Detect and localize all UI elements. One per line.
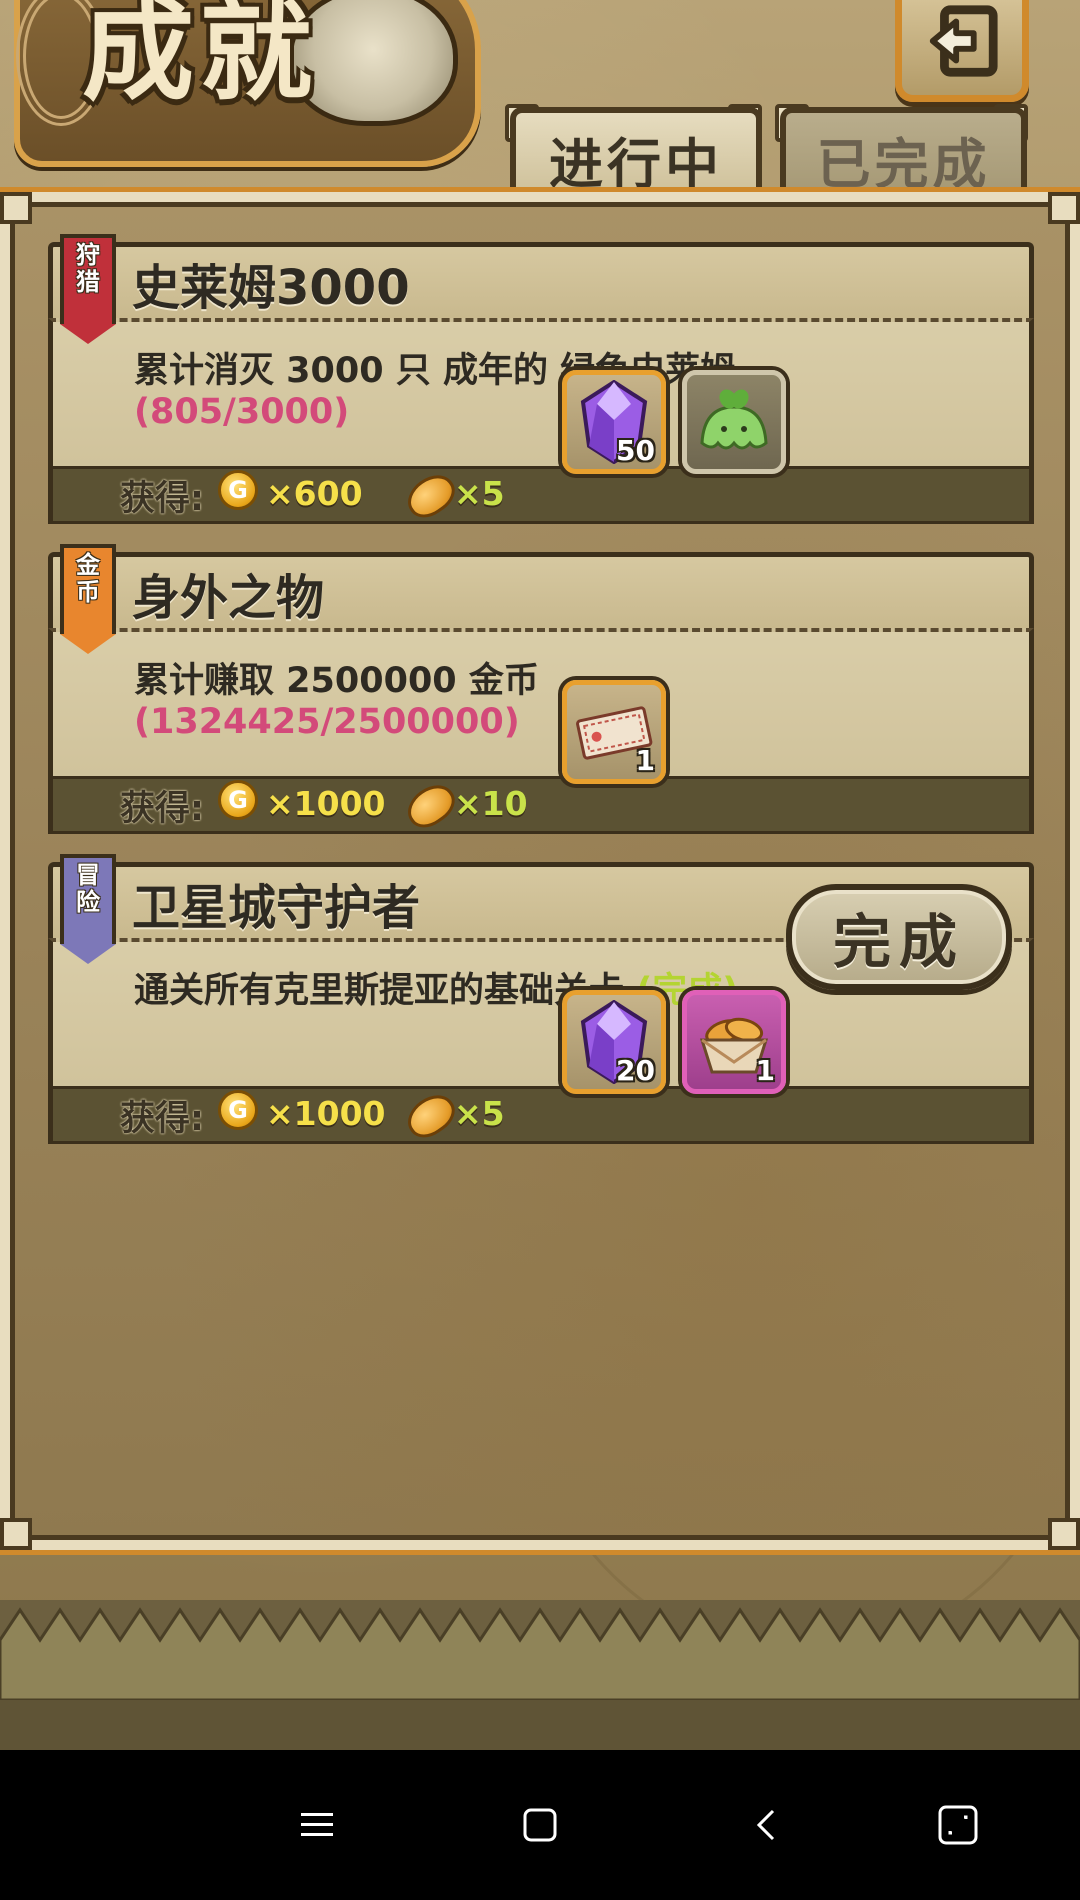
home-button[interactable] [510,1795,570,1855]
home-square-icon [523,1808,557,1842]
reward-label: 获得: [120,789,204,829]
gold-coin-icon: G [218,780,258,820]
reward-item-bread-basket[interactable]: 1 [682,990,786,1094]
gold-coin-icon: G [218,470,258,510]
menu-icon [301,1813,333,1836]
bottom-border-decoration [0,1600,1080,1750]
item-quantity: 1 [635,744,655,777]
panel-corner [0,192,32,224]
tab-in-progress[interactable]: 进行中 [510,107,762,205]
back-nav-button[interactable] [737,1795,797,1855]
game-screen: 成就 进行中 已完成 狩 猎 史莱姆3000 累计消灭 3000 只 成年的 绿… [0,0,1080,1750]
back-arrow-icon [929,5,998,77]
achievement-progress: (1324425/2500000) [134,702,520,742]
coin-reward: ×600 [266,474,363,513]
back-button[interactable] [895,0,1029,102]
bread-reward: ×5 [454,1094,505,1133]
reward-item-purple-gem[interactable]: 50 [562,370,666,474]
category-badge-hunt: 狩 猎 [60,234,116,344]
tab-label: 进行中 [549,132,723,196]
reward-label: 获得: [120,479,204,519]
back-chevron-icon [756,1809,775,1841]
reward-item-ticket[interactable]: 1 [562,680,666,784]
reward-label: 获得: [120,1099,204,1139]
claim-complete-button[interactable]: 完成 [786,884,1012,990]
badge-char: 币 [76,578,100,606]
panel-corner [0,1518,32,1550]
gold-coin-icon: G [218,1090,258,1130]
green-slime-icon [700,389,768,450]
category-badge-adventure: 冒 险 [60,854,116,964]
bread-reward: ×10 [454,784,528,823]
item-quantity: 50 [616,434,655,467]
achievement-title: 身外之物 [132,570,325,626]
coin-reward: ×1000 [266,784,386,823]
badge-char: 金 [76,551,100,579]
reward-item-purple-gem[interactable]: 20 [562,990,666,1094]
coin-reward: ×1000 [266,1094,386,1133]
page-title: 成就 [82,0,318,116]
achievement-card[interactable]: 金 币 身外之物 累计赚取 2500000 金币 (1324425/250000… [48,544,1034,842]
item-quantity: 1 [755,1054,775,1087]
badge-char: 险 [76,888,100,916]
menu-button[interactable] [287,1795,347,1855]
badge-char: 狩 [76,241,100,269]
category-badge-gold: 金 币 [60,544,116,654]
bread-reward: ×5 [454,474,505,513]
badge-char: 冒 [76,861,100,889]
achievement-description: 累计赚取 2500000 金币 [134,661,539,701]
tab-label: 已完成 [816,132,991,196]
panel-corner [1048,192,1080,224]
recents-button[interactable] [928,1795,988,1855]
achievement-card[interactable]: 狩 猎 史莱姆3000 累计消灭 3000 只 成年的 绿色史莱姆 (805/3… [48,234,1034,532]
item-quantity: 20 [616,1054,655,1087]
badge-char: 猎 [76,268,100,296]
achievement-title: 史莱姆3000 [132,260,410,316]
recents-icon [938,1805,978,1845]
tab-completed[interactable]: 已完成 [780,107,1027,205]
title-logo: 成就 [14,0,481,167]
achievement-progress: (805/3000) [134,392,350,432]
system-nav-bar [0,1750,1080,1900]
achievement-title: 卫星城守护者 [132,880,421,936]
panel-corner [1048,1518,1080,1550]
reward-item-slime[interactable] [682,370,786,474]
